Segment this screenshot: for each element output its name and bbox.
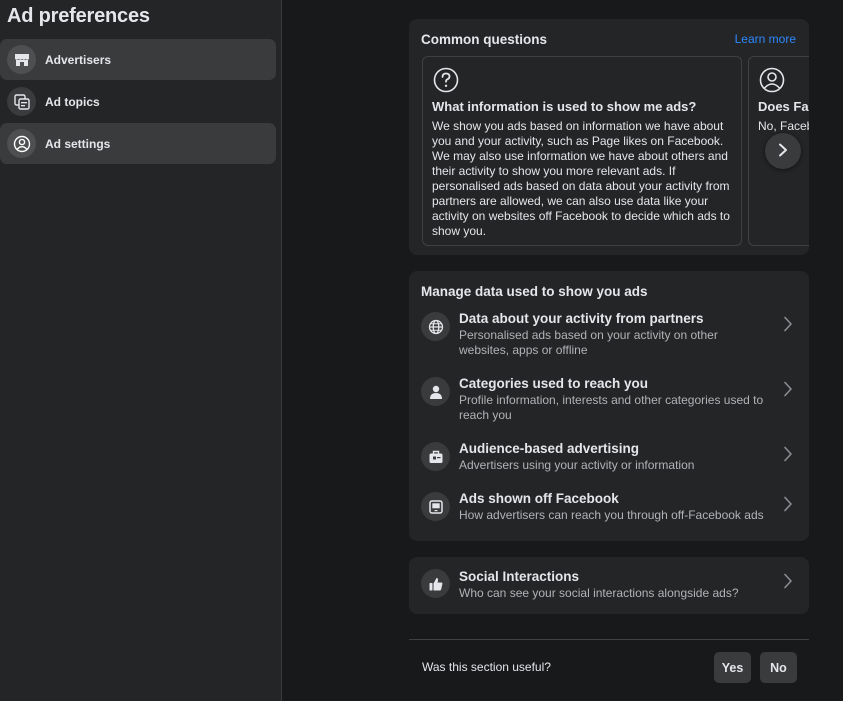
chevron-right-icon bbox=[777, 143, 789, 160]
chevron-right-icon bbox=[782, 316, 794, 332]
sidebar-item-label: Advertisers bbox=[45, 52, 112, 67]
feedback-question: Was this section useful? bbox=[422, 660, 551, 674]
row-subtitle: Personalised ads based on your activity … bbox=[459, 328, 718, 357]
sidebar-item-ad-settings[interactable]: Ad settings bbox=[0, 123, 276, 164]
tablet-icon bbox=[421, 492, 450, 521]
row-audience-based[interactable]: Audience-based advertising Advertisers u… bbox=[409, 437, 809, 477]
question-title: Does Fac bbox=[758, 99, 809, 114]
main-content: Common questions Learn more What informa… bbox=[283, 0, 843, 701]
chevron-right-icon bbox=[782, 573, 794, 589]
question-title: What information is used to show me ads? bbox=[432, 99, 697, 114]
question-mark-icon bbox=[432, 66, 460, 94]
section-title: Common questions bbox=[421, 32, 548, 47]
person-settings-icon bbox=[7, 129, 36, 158]
row-subtitle: How advertisers can reach you through of… bbox=[459, 508, 764, 522]
divider bbox=[409, 639, 809, 640]
row-title: Social Interactions bbox=[459, 569, 580, 584]
chevron-right-icon bbox=[782, 496, 794, 512]
storefront-icon bbox=[7, 45, 36, 74]
row-subtitle: Profile information, interests and other… bbox=[459, 393, 764, 422]
question-card[interactable]: What information is used to show me ads?… bbox=[422, 56, 742, 246]
question-body: We show you ads based on information we … bbox=[432, 119, 730, 238]
globe-icon bbox=[421, 312, 450, 341]
row-title: Categories used to reach you bbox=[459, 376, 649, 391]
section-title: Manage data used to show you ads bbox=[421, 284, 648, 299]
chevron-right-icon bbox=[782, 381, 794, 397]
sidebar-item-label: Ad topics bbox=[45, 94, 100, 109]
sidebar-item-label: Ad settings bbox=[45, 136, 111, 151]
row-subtitle: Who can see your social interactions alo… bbox=[459, 586, 739, 600]
learn-more-link[interactable]: Learn more bbox=[735, 32, 796, 46]
page-title: Ad preferences bbox=[7, 5, 150, 27]
row-partner-activity[interactable]: Data about your activity from partners P… bbox=[409, 307, 809, 361]
thumbs-up-icon bbox=[421, 569, 450, 598]
manage-data-card: Manage data used to show you ads Data ab… bbox=[409, 271, 809, 541]
no-button[interactable]: No bbox=[760, 652, 797, 683]
yes-button[interactable]: Yes bbox=[714, 652, 751, 683]
row-categories[interactable]: Categories used to reach you Profile inf… bbox=[409, 372, 809, 426]
sidebar-item-advertisers[interactable]: Advertisers bbox=[0, 39, 276, 80]
person-icon bbox=[421, 377, 450, 406]
row-title: Data about your activity from partners bbox=[459, 311, 704, 326]
chevron-right-icon bbox=[782, 446, 794, 462]
sidebar: Ad preferences Advertisers Ad topics Ad … bbox=[0, 0, 282, 701]
person-circle-icon bbox=[758, 66, 786, 94]
briefcase-icon bbox=[421, 442, 450, 471]
common-questions-card: Common questions Learn more What informa… bbox=[409, 19, 809, 255]
row-ads-off-facebook[interactable]: Ads shown off Facebook How advertisers c… bbox=[409, 487, 809, 527]
row-title: Audience-based advertising bbox=[459, 441, 640, 456]
ad-topics-icon bbox=[7, 87, 36, 116]
question-body: No, Faceb in ic F k bbox=[758, 119, 809, 133]
carousel-next-button[interactable] bbox=[765, 133, 801, 169]
sidebar-item-ad-topics[interactable]: Ad topics bbox=[0, 81, 276, 122]
row-social-interactions[interactable]: Social Interactions Who can see your soc… bbox=[409, 565, 809, 607]
row-title: Ads shown off Facebook bbox=[459, 491, 619, 506]
social-interactions-card: Social Interactions Who can see your soc… bbox=[409, 557, 809, 614]
row-subtitle: Advertisers using your activity or infor… bbox=[459, 458, 695, 472]
